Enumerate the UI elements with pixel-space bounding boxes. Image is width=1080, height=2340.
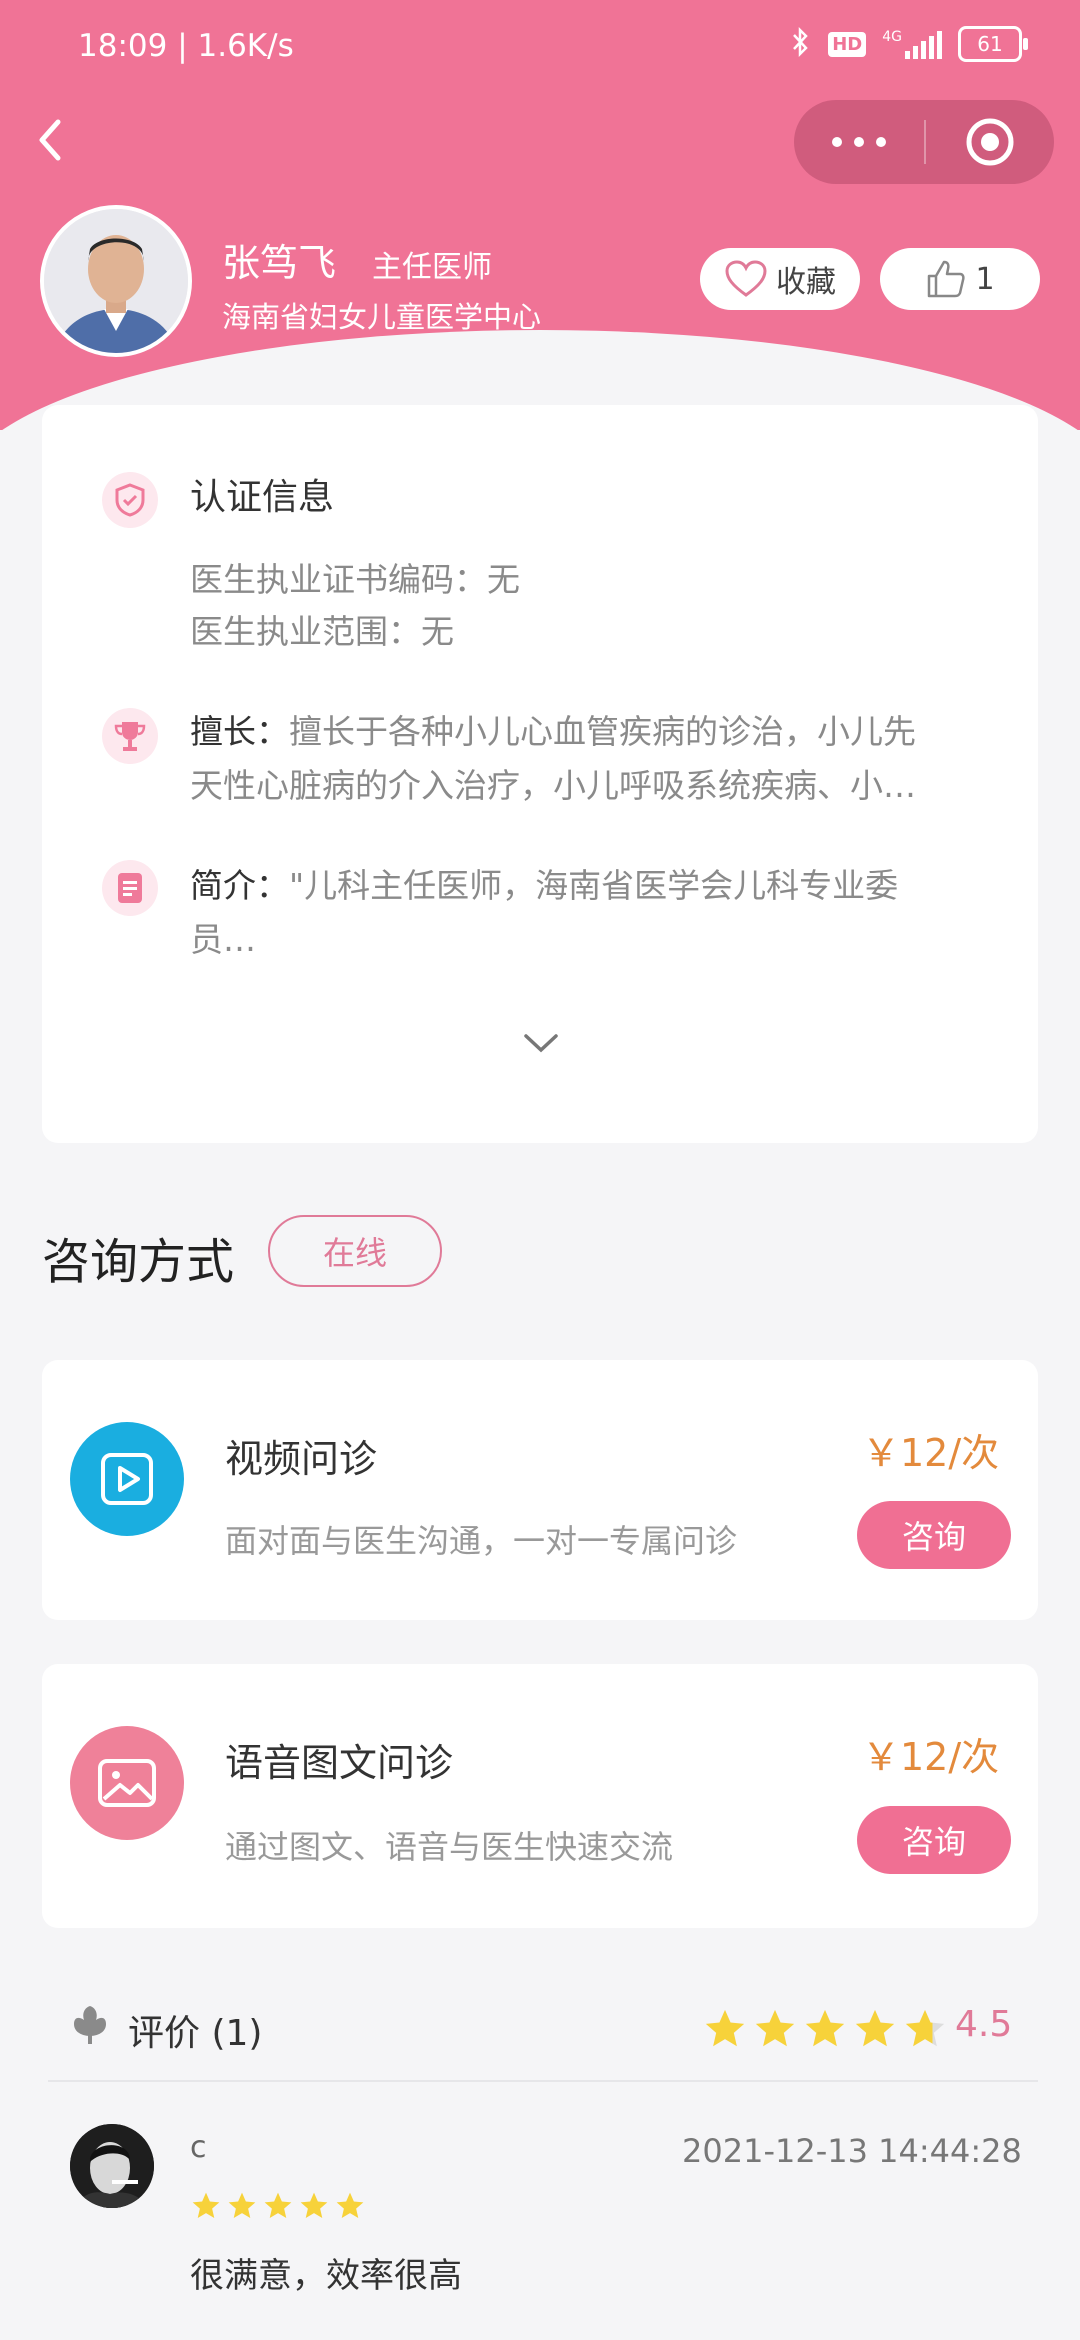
service-name: 视频问诊 [225, 1437, 378, 1481]
cert-title: 认证信息 [190, 477, 335, 518]
review-text: 很满意，效率很高 [190, 2256, 462, 2296]
star-icon [262, 2190, 294, 2226]
hd-badge: HD [828, 31, 867, 57]
star-icon [226, 2190, 258, 2226]
shield-icon [102, 472, 158, 528]
consult-section-title: 咨询方式 [42, 1234, 235, 1290]
trophy-icon [102, 708, 158, 764]
video-play-icon [70, 1422, 184, 1536]
favorite-label: 收藏 [776, 265, 836, 300]
document-icon [102, 860, 158, 916]
target-icon [966, 118, 1014, 166]
doctor-avatar [40, 205, 192, 357]
specialty-text-1: 擅长于各种小儿心血管疾病的诊治，小儿先 [289, 712, 916, 751]
star-icon [702, 2006, 748, 2056]
like-count: 1 [975, 261, 995, 297]
more-menu-button[interactable] [794, 137, 924, 147]
chevron-left-icon [39, 119, 61, 161]
review-stars [190, 2190, 366, 2226]
service-price: ￥12/次 [862, 1735, 1000, 1779]
doctor-title: 主任医师 [372, 250, 492, 285]
specialty-line-1: 擅长：擅长于各种小儿心血管疾病的诊治，小儿先 [190, 706, 916, 758]
intro-text-1: "儿科主任医师，海南省医学会儿科专业委 [289, 866, 899, 905]
star-icon [752, 2006, 798, 2056]
service-card-video[interactable] [42, 1360, 1038, 1620]
status-time-speed: 18:09 | 1.6K/s [78, 28, 294, 64]
intro-line-2: 员… [190, 920, 256, 959]
review-time: 2021-12-13 14:44:28 [682, 2132, 1022, 2170]
divider [48, 2080, 1038, 2082]
star-icon [852, 2006, 898, 2056]
service-card-text[interactable] [42, 1664, 1038, 1928]
heart-icon [725, 260, 767, 297]
image-icon [70, 1726, 184, 1840]
mini-program-capsule [794, 100, 1054, 184]
chevron-down-icon [524, 1034, 558, 1053]
back-button[interactable] [30, 110, 70, 170]
star-icon [902, 2006, 948, 2056]
reviewer-name: c [190, 2130, 207, 2165]
status-icons: HD 4G 61 [790, 26, 1028, 62]
avatar [70, 2124, 154, 2208]
favorite-button[interactable]: 收藏 [700, 248, 860, 310]
intro-label: 简介： [190, 866, 289, 905]
reviews-title: 评价 (1) [128, 2013, 263, 2054]
consult-button-video[interactable]: 咨询 [857, 1501, 1011, 1569]
cert-license-number: 医生执业证书编码：无 [190, 560, 520, 599]
rating-score: 4.5 [955, 2004, 1013, 2045]
close-program-button[interactable] [926, 116, 1054, 168]
service-price: ￥12/次 [862, 1431, 1000, 1475]
consult-button-text[interactable]: 咨询 [857, 1806, 1011, 1874]
star-icon [334, 2190, 366, 2226]
cert-practice-scope: 医生执业范围：无 [190, 612, 454, 651]
thumbs-up-icon [928, 260, 966, 298]
specialty-line-2: 天性心脏病的介入治疗，小儿呼吸系统疾病、小… [190, 766, 916, 805]
flower-icon [70, 2002, 110, 2050]
specialty-label: 擅长： [190, 712, 289, 751]
service-name: 语音图文问诊 [225, 1741, 454, 1785]
service-desc: 面对面与医生沟通，一对一专属问诊 [225, 1522, 738, 1560]
like-button[interactable]: 1 [880, 248, 1040, 310]
intro-line-1: 简介："儿科主任医师，海南省医学会儿科专业委 [190, 860, 898, 912]
expand-button[interactable] [520, 1028, 562, 1062]
star-icon [802, 2006, 848, 2056]
star-icon [298, 2190, 330, 2226]
rating-stars [702, 2006, 948, 2056]
battery-level: 61 [977, 32, 1003, 56]
service-desc: 通过图文、语音与医生快速交流 [225, 1828, 674, 1866]
network-type: 4G [882, 29, 902, 45]
bluetooth-icon [790, 26, 812, 62]
battery-icon: 61 [958, 26, 1028, 62]
doctor-hospital: 海南省妇女儿童医学中心 [222, 300, 542, 334]
doctor-name: 张笃飞 [222, 241, 337, 285]
signal-icon: 4G [882, 29, 942, 59]
star-icon [190, 2190, 222, 2226]
online-status-tag: 在线 [268, 1215, 442, 1287]
